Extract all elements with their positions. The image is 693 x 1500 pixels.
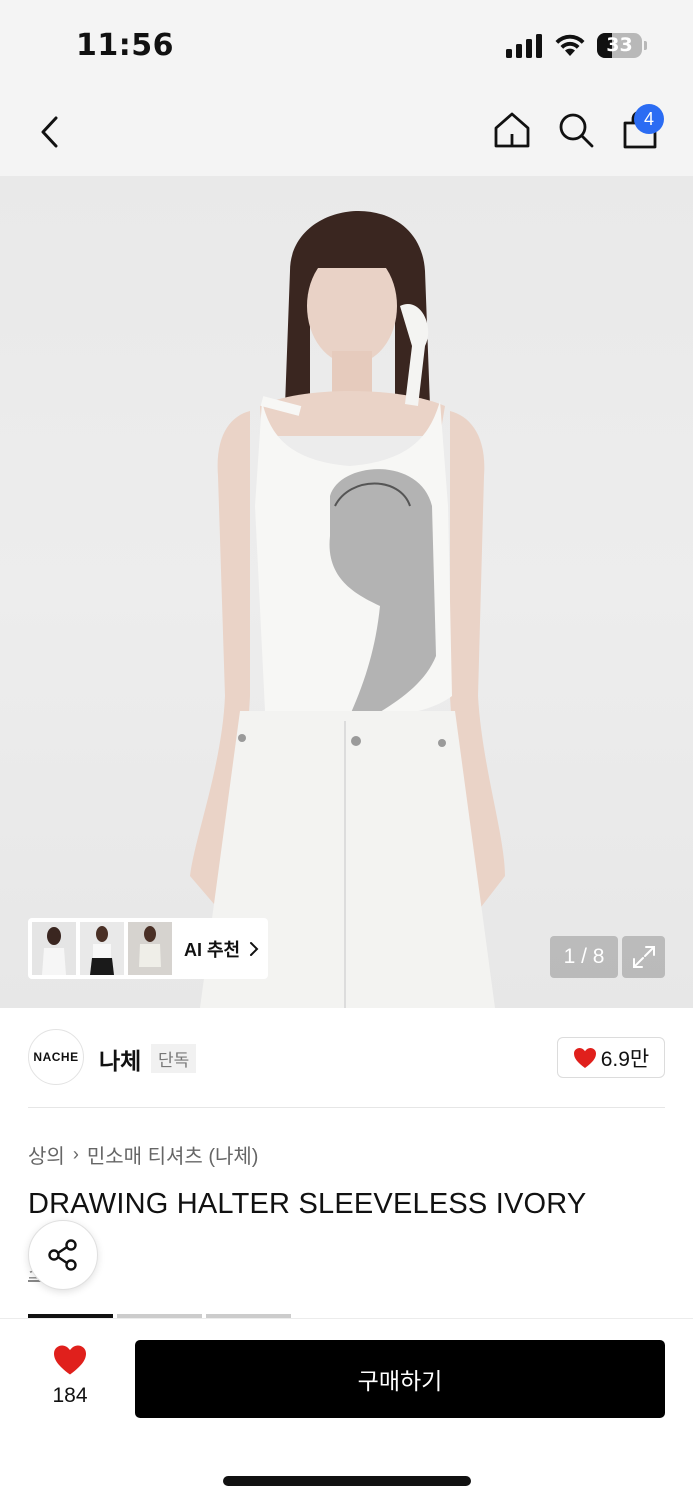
chevron-right-icon [250, 941, 259, 956]
ai-recommend-button[interactable]: AI 추천 [28, 918, 268, 979]
share-icon [48, 1239, 77, 1271]
buy-button[interactable]: 구매하기 [135, 1340, 665, 1418]
brand-name[interactable]: 나체 [99, 1042, 141, 1076]
battery-icon: 33 [597, 33, 647, 58]
recommend-thumbnail[interactable] [32, 922, 76, 975]
home-button[interactable] [490, 108, 534, 152]
expand-button[interactable] [622, 936, 665, 978]
ai-recommend-label: AI 추천 [184, 939, 241, 960]
heart-icon [54, 1345, 86, 1375]
wishlist-count: 184 [52, 1384, 88, 1407]
brand-logo[interactable]: NACHE [28, 1029, 84, 1085]
chevron-right-icon: › [72, 1144, 79, 1164]
breadcrumb: 상의 › 민소매 티셔츠 (나체) [28, 1140, 258, 1169]
product-image[interactable] [0, 176, 693, 1008]
breadcrumb-item[interactable]: 민소매 티셔츠 (나체) [87, 1140, 259, 1169]
divider [28, 1107, 665, 1108]
model-photo [190, 210, 505, 1008]
status-bar: 11:56 33 [0, 0, 693, 90]
expand-icon [632, 946, 655, 968]
share-button[interactable] [28, 1220, 98, 1290]
product-title: DRAWING HALTER SLEEVELESS IVORY [28, 1188, 587, 1220]
back-button[interactable] [28, 110, 72, 154]
recommend-thumbnail[interactable] [128, 922, 172, 975]
home-icon [494, 112, 530, 148]
signal-icon [506, 34, 542, 58]
heart-icon [573, 1047, 596, 1068]
exclusive-badge: 단독 [151, 1044, 197, 1073]
brand-like-count: 6.9만 [600, 1047, 650, 1071]
nav-bar [0, 90, 693, 176]
search-button[interactable] [554, 108, 598, 152]
status-time: 11:56 [76, 28, 174, 63]
battery-level: 33 [606, 34, 633, 56]
breadcrumb-item[interactable]: 상의 [28, 1140, 65, 1169]
chevron-left-icon [41, 116, 58, 148]
home-indicator [223, 1476, 471, 1486]
search-icon [559, 113, 594, 148]
image-page-indicator: 1 / 8 [550, 936, 618, 978]
recommend-thumbnail[interactable] [80, 922, 124, 975]
wifi-icon [555, 34, 585, 56]
cart-count-badge: 4 [634, 104, 664, 134]
brand-like-button[interactable]: 6.9만 [557, 1037, 665, 1078]
